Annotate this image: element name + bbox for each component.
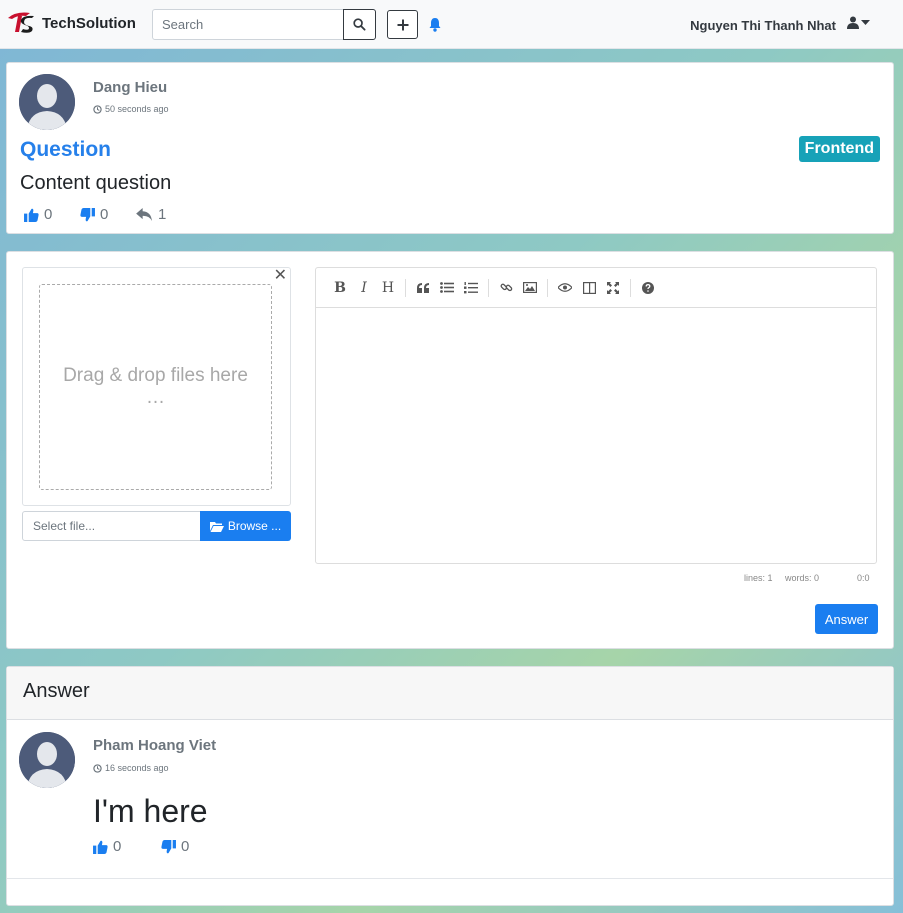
- answers-card: Answer Pham Hoang Viet 16 seconds ago I'…: [6, 666, 894, 906]
- thumbs-down-icon: [161, 839, 176, 853]
- dislike-count: 0: [100, 206, 109, 223]
- answers-header-title: Answer: [23, 680, 90, 702]
- thumbs-up-icon: [93, 840, 108, 854]
- add-question-button[interactable]: [387, 10, 418, 39]
- file-upload-panel: ✕ Drag & drop files here …: [22, 267, 291, 506]
- navbar: TechSolution Search Nguyen Thi Thanh Nha…: [0, 0, 903, 49]
- dislike-button[interactable]: 0: [80, 206, 108, 223]
- reply-count: 1: [158, 206, 167, 223]
- techsolution-logo-icon: [8, 12, 34, 33]
- toolbar-divider: [405, 278, 406, 297]
- file-drop-zone[interactable]: Drag & drop files here …: [39, 284, 272, 490]
- answer-time-text: 16 seconds ago: [105, 763, 169, 773]
- toolbar-divider: [488, 278, 489, 297]
- default-avatar-icon: [19, 732, 75, 788]
- status-lines: lines: 1: [744, 573, 773, 583]
- toolbar-divider: [547, 278, 548, 297]
- close-icon[interactable]: ✕: [274, 265, 287, 285]
- question-content: Content question: [20, 172, 172, 194]
- thumbs-up-icon: [24, 208, 39, 222]
- browse-label: Browse ...: [227, 519, 282, 533]
- thumbs-down-icon: [80, 207, 95, 221]
- like-button[interactable]: 0: [93, 838, 121, 855]
- preview-eye-icon[interactable]: [553, 276, 577, 300]
- reply-icon: [136, 208, 152, 221]
- like-button[interactable]: 0: [24, 206, 52, 223]
- browse-button[interactable]: Browse ...: [200, 511, 291, 541]
- answer-form-card: ✕ Drag & drop files here … Select file..…: [6, 251, 894, 649]
- card-footer-divider: [7, 878, 893, 879]
- markdown-editor: B I H: [315, 267, 877, 564]
- search-icon: [353, 18, 366, 31]
- answer-content: I'm here: [93, 793, 208, 829]
- like-count: 0: [44, 206, 53, 223]
- tag-badge[interactable]: Frontend: [798, 136, 880, 162]
- italic-icon[interactable]: I: [352, 276, 376, 300]
- drop-zone-ellipsis: …: [146, 387, 165, 408]
- side-by-side-icon[interactable]: [577, 276, 601, 300]
- status-words: words: 0: [785, 573, 820, 583]
- answer-author[interactable]: Pham Hoang Viet: [93, 737, 216, 754]
- ordered-list-icon[interactable]: [459, 276, 483, 300]
- unordered-list-icon[interactable]: [435, 276, 459, 300]
- like-count: 0: [113, 838, 122, 855]
- toolbar-divider: [630, 278, 631, 297]
- reply-button[interactable]: 1: [136, 206, 166, 223]
- submit-answer-button[interactable]: Answer: [815, 604, 878, 634]
- dislike-button[interactable]: 0: [161, 838, 189, 855]
- default-avatar-icon: [19, 74, 75, 130]
- clock-icon: [93, 763, 102, 773]
- quote-icon[interactable]: [411, 276, 435, 300]
- editor-textarea[interactable]: [316, 309, 876, 563]
- caret-down-icon: [861, 19, 870, 25]
- user-name: Nguyen Thi Thanh Nhat: [690, 18, 836, 33]
- editor-toolbar: B I H: [316, 268, 876, 308]
- question-author[interactable]: Dang Hieu: [93, 79, 167, 96]
- answer-time: 16 seconds ago: [93, 763, 169, 773]
- brand-link[interactable]: TechSolution: [6, 10, 136, 36]
- search-button[interactable]: [343, 9, 376, 40]
- avatar: [19, 732, 75, 788]
- image-icon[interactable]: [518, 276, 542, 300]
- bold-icon[interactable]: B: [328, 276, 352, 300]
- fullscreen-icon[interactable]: [601, 276, 625, 300]
- answers-header: Answer: [7, 667, 893, 720]
- user-icon: [847, 16, 859, 29]
- question-time-text: 50 seconds ago: [105, 104, 169, 114]
- help-icon[interactable]: [636, 276, 660, 300]
- status-cursor: 0:0: [857, 573, 870, 583]
- avatar: [19, 74, 75, 130]
- search-input[interactable]: Search: [152, 9, 344, 40]
- link-icon[interactable]: [494, 276, 518, 300]
- user-menu-toggle[interactable]: [847, 16, 870, 29]
- drop-zone-text: Drag & drop files here: [63, 365, 248, 386]
- clock-icon: [93, 104, 102, 114]
- folder-open-icon: [209, 521, 224, 532]
- heading-icon[interactable]: H: [376, 276, 400, 300]
- brand-name: TechSolution: [42, 14, 136, 32]
- question-card: Dang Hieu 50 seconds ago Question Fronte…: [6, 62, 894, 234]
- plus-icon: [397, 19, 408, 30]
- dislike-count: 0: [181, 838, 190, 855]
- question-title: Question: [20, 138, 112, 161]
- question-time: 50 seconds ago: [93, 104, 169, 114]
- file-path-input[interactable]: Select file...: [22, 511, 201, 541]
- notification-bell-icon[interactable]: [428, 17, 442, 32]
